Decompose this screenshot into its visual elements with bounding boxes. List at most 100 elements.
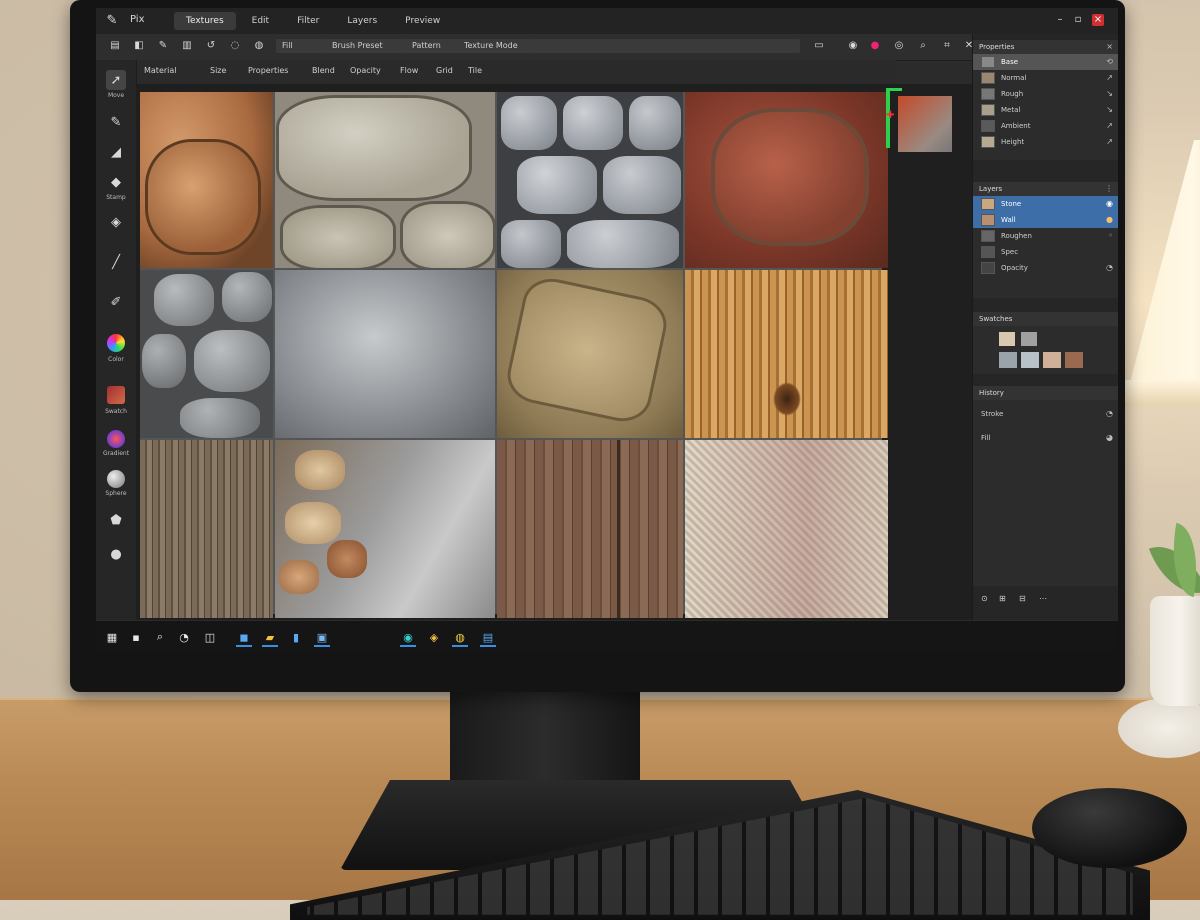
bucket-icon[interactable]: ⬟ [106, 510, 126, 530]
layer-row-selected[interactable]: Wall ● [973, 212, 1118, 228]
option-tile[interactable]: Tile [468, 66, 482, 75]
visibility-icon[interactable]: ● [1106, 212, 1113, 228]
close-icon[interactable]: × [1092, 14, 1104, 26]
lasso-icon[interactable]: ◌ [228, 39, 242, 53]
stamp-icon[interactable]: ◆ [106, 172, 126, 192]
taskbar-app5-icon[interactable]: ◍ [452, 629, 468, 647]
brush-tool-icon[interactable]: ✎ [156, 39, 170, 53]
visibility-icon[interactable]: ◉ [1106, 196, 1113, 212]
panel-close-icon[interactable]: × [1106, 40, 1113, 54]
texture-tile-wet-metal[interactable] [275, 270, 495, 438]
layer-row[interactable]: Spec [973, 244, 1118, 260]
document-icon[interactable]: ▥ [180, 39, 194, 53]
texture-tile-brown-planks[interactable] [497, 440, 683, 618]
taskbar-app4-icon[interactable]: ◈ [426, 629, 442, 645]
properties-row[interactable]: Rough ↘ [973, 86, 1118, 102]
visibility-icon[interactable]: ↘ [1106, 86, 1113, 102]
pencil-icon[interactable]: ✐ [106, 292, 126, 312]
color-picker-icon[interactable]: ● [868, 39, 882, 53]
texture-tile-slate-stone[interactable] [497, 92, 683, 268]
option-opacity[interactable]: Opacity [350, 66, 381, 75]
texture-tile-weathered-wood[interactable] [140, 440, 273, 618]
start-icon[interactable]: ▦ [104, 629, 120, 645]
target-icon[interactable]: ◎ [892, 39, 906, 53]
texture-tile-sandstone[interactable] [497, 270, 683, 438]
menu-item-edit[interactable]: Edit [240, 12, 281, 30]
properties-row[interactable]: Height ↗ [973, 134, 1118, 150]
open-file-icon[interactable]: ◧ [132, 39, 146, 53]
properties-row[interactable]: Normal ↗ [973, 70, 1118, 86]
brush-preset-field[interactable]: Brush Preset [326, 39, 408, 53]
texture-tile-knit-fabric[interactable] [685, 440, 888, 618]
taskbar-app2-icon[interactable]: ▮ [288, 629, 304, 645]
visibility-icon[interactable]: ↗ [1106, 118, 1113, 134]
texture-tile-red-stone[interactable] [685, 92, 888, 268]
taskbar-widget-icon[interactable]: ◔ [176, 629, 192, 645]
texture-tile-cobblestone[interactable] [140, 270, 273, 438]
layer-row-selected[interactable]: Stone ◉ [973, 196, 1118, 212]
swatch-thumbnail[interactable] [1043, 352, 1061, 368]
taskbar-app-icon[interactable]: ◼ [236, 629, 252, 647]
link-icon[interactable]: ⟲ [1106, 54, 1113, 70]
option-flow[interactable]: Flow [400, 66, 418, 75]
menu-item-filter[interactable]: Filter [285, 12, 331, 30]
texture-mode-field[interactable]: Texture Mode [458, 39, 530, 53]
texture-tile-pebbles[interactable] [275, 440, 495, 618]
search-icon[interactable]: ⌕ [916, 39, 930, 53]
sphere-icon[interactable] [107, 470, 125, 488]
taskbar-app6-icon[interactable]: ▤ [480, 629, 496, 647]
layer-row[interactable]: Opacity ◔ [973, 260, 1118, 276]
panel-menu-icon[interactable]: ⋮ [1105, 182, 1113, 196]
eraser-icon[interactable]: ◢ [106, 142, 126, 162]
option-size[interactable]: Size [210, 66, 226, 75]
camera-icon[interactable]: ▭ [812, 39, 826, 53]
swatch-thumbnail[interactable] [1021, 352, 1039, 368]
swatch-thumbnail[interactable] [1021, 332, 1037, 346]
menu-item-layers[interactable]: Layers [335, 12, 389, 30]
texture-tile-orange-stone[interactable] [140, 92, 273, 268]
brush-icon[interactable]: ✎ [106, 112, 126, 132]
visibility-icon[interactable]: ◔ [1106, 260, 1113, 276]
maximize-icon[interactable]: ▫ [1072, 14, 1084, 26]
taskbar-folder-icon[interactable]: ▰ [262, 629, 278, 647]
properties-row[interactable]: Metal ↘ [973, 102, 1118, 118]
history-row[interactable]: Stroke ◔ [973, 406, 1118, 422]
swatch-thumbnail[interactable] [999, 352, 1017, 368]
texture-tile-wood-grain[interactable] [685, 270, 888, 438]
fill-field[interactable]: Fill [276, 39, 328, 53]
drop-icon[interactable]: ◍ [252, 39, 266, 53]
smudge-icon[interactable]: ◈ [106, 212, 126, 232]
canvas-area[interactable]: ✚ [136, 84, 972, 620]
taskbar-chat-icon[interactable]: ▪ [128, 629, 144, 645]
status-icon-c[interactable]: ⊟ [1019, 594, 1026, 603]
taskbar-browser-icon[interactable]: ◉ [400, 629, 416, 647]
color-wheel-icon[interactable] [107, 334, 125, 352]
option-blend[interactable]: Blend [312, 66, 335, 75]
move-tool-icon[interactable]: ➚ [106, 70, 126, 90]
option-properties[interactable]: Properties [248, 66, 288, 75]
option-material[interactable]: Material [144, 66, 177, 75]
new-file-icon[interactable]: ▤ [108, 39, 122, 53]
minimize-icon[interactable]: – [1054, 14, 1066, 26]
blur-icon[interactable]: ● [106, 544, 126, 564]
visibility-icon[interactable]: ◦ [1108, 228, 1113, 244]
status-icon-a[interactable]: ⊙ [981, 594, 988, 603]
undo-icon[interactable]: ↺ [204, 39, 218, 53]
properties-row[interactable]: Ambient ↗ [973, 118, 1118, 134]
visibility-icon[interactable]: ↘ [1106, 102, 1113, 118]
status-icon-d[interactable]: ⋯ [1039, 594, 1047, 603]
crop-icon[interactable]: ⌗ [940, 39, 954, 53]
status-icon-b[interactable]: ⊞ [999, 594, 1006, 603]
swatch-thumbnail[interactable] [999, 332, 1015, 346]
pattern-field[interactable]: Pattern [406, 39, 462, 53]
visibility-icon[interactable]: ↗ [1106, 70, 1113, 86]
texture-tile-grey-stone[interactable] [275, 92, 495, 268]
history-row[interactable]: Fill ◕ [973, 430, 1118, 446]
option-grid[interactable]: Grid [436, 66, 453, 75]
pen-icon[interactable]: ╱ [106, 252, 126, 272]
swatch-thumbnail[interactable] [1065, 352, 1083, 368]
taskbar-app3-icon[interactable]: ▣ [314, 629, 330, 647]
layer-row[interactable]: Roughen ◦ [973, 228, 1118, 244]
properties-row-selected[interactable]: Base ⟲ [973, 54, 1118, 70]
menu-item-preview[interactable]: Preview [393, 12, 452, 30]
